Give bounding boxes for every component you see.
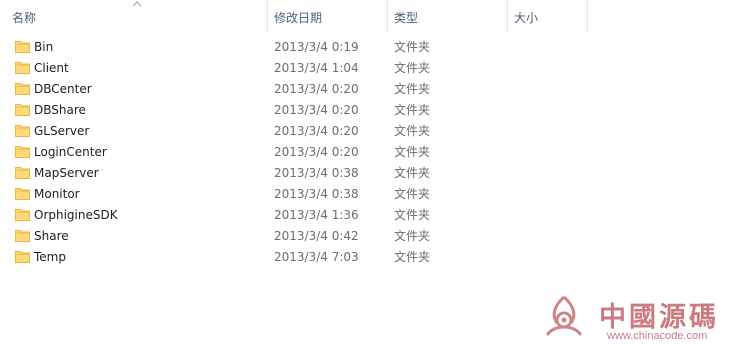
folder-icon bbox=[15, 209, 30, 221]
file-type: 文件夹 bbox=[394, 166, 431, 180]
list-item[interactable]: OrphigineSDK 2013/3/4 1:36 文件夹 bbox=[0, 204, 737, 225]
file-type: 文件夹 bbox=[394, 187, 431, 201]
file-type: 文件夹 bbox=[394, 250, 431, 264]
file-date: 2013/3/4 7:03 bbox=[274, 250, 359, 264]
list-item[interactable]: Share 2013/3/4 0:42 文件夹 bbox=[0, 225, 737, 246]
watermark: 中國源碼 www.chinacode.com bbox=[541, 293, 737, 345]
column-divider[interactable] bbox=[387, 0, 388, 32]
folder-icon bbox=[15, 230, 30, 242]
list-item[interactable]: Monitor 2013/3/4 0:38 文件夹 bbox=[0, 183, 737, 204]
folder-icon bbox=[15, 104, 30, 116]
column-divider[interactable] bbox=[587, 0, 588, 32]
file-date: 2013/3/4 0:38 bbox=[274, 166, 359, 180]
column-header-type[interactable]: 类型 bbox=[394, 0, 504, 34]
file-date: 2013/3/4 1:04 bbox=[274, 61, 359, 75]
list-item[interactable]: Client 2013/3/4 1:04 文件夹 bbox=[0, 57, 737, 78]
file-type: 文件夹 bbox=[394, 229, 431, 243]
file-type: 文件夹 bbox=[394, 145, 431, 159]
column-header-bar: 名称 修改日期 类型 大小 bbox=[0, 0, 737, 34]
column-divider[interactable] bbox=[267, 0, 268, 32]
column-divider[interactable] bbox=[507, 0, 508, 32]
file-name: Client bbox=[34, 61, 69, 75]
folder-icon bbox=[15, 146, 30, 158]
column-header-date[interactable]: 修改日期 bbox=[274, 0, 384, 34]
file-name: Bin bbox=[34, 40, 54, 54]
file-date: 2013/3/4 0:20 bbox=[274, 82, 359, 96]
list-item[interactable]: Bin 2013/3/4 0:19 文件夹 bbox=[0, 36, 737, 57]
file-type: 文件夹 bbox=[394, 124, 431, 138]
file-date: 2013/3/4 0:20 bbox=[274, 124, 359, 138]
watermark-logo-icon bbox=[545, 295, 583, 336]
file-name: Temp bbox=[34, 250, 66, 264]
file-name: Share bbox=[34, 229, 69, 243]
file-type: 文件夹 bbox=[394, 103, 431, 117]
list-item[interactable]: DBShare 2013/3/4 0:20 文件夹 bbox=[0, 99, 737, 120]
column-header-size[interactable]: 大小 bbox=[514, 0, 584, 34]
file-type: 文件夹 bbox=[394, 208, 431, 222]
file-name: DBShare bbox=[34, 103, 86, 117]
file-date: 2013/3/4 0:42 bbox=[274, 229, 359, 243]
list-item[interactable]: MapServer 2013/3/4 0:38 文件夹 bbox=[0, 162, 737, 183]
file-type: 文件夹 bbox=[394, 82, 431, 96]
folder-icon bbox=[15, 83, 30, 95]
folder-icon bbox=[15, 188, 30, 200]
file-name: OrphigineSDK bbox=[34, 208, 118, 222]
file-date: 2013/3/4 0:20 bbox=[274, 103, 359, 117]
list-item[interactable]: Temp 2013/3/4 7:03 文件夹 bbox=[0, 246, 737, 267]
list-item[interactable]: LoginCenter 2013/3/4 0:20 文件夹 bbox=[0, 141, 737, 162]
column-header-name[interactable]: 名称 bbox=[12, 0, 268, 34]
folder-icon bbox=[15, 41, 30, 53]
folder-icon bbox=[15, 251, 30, 263]
file-name: Monitor bbox=[34, 187, 80, 201]
list-item[interactable]: DBCenter 2013/3/4 0:20 文件夹 bbox=[0, 78, 737, 99]
watermark-url: www.chinacode.com bbox=[607, 330, 708, 342]
folder-icon bbox=[15, 167, 30, 179]
file-name: GLServer bbox=[34, 124, 90, 138]
watermark-title: 中國源碼 bbox=[599, 302, 719, 333]
file-name: DBCenter bbox=[34, 82, 92, 96]
file-date: 2013/3/4 1:36 bbox=[274, 208, 359, 222]
file-type: 文件夹 bbox=[394, 61, 431, 75]
file-type: 文件夹 bbox=[394, 40, 431, 54]
folder-icon bbox=[15, 62, 30, 74]
file-date: 2013/3/4 0:20 bbox=[274, 145, 359, 159]
file-date: 2013/3/4 0:19 bbox=[274, 40, 359, 54]
list-item[interactable]: GLServer 2013/3/4 0:20 文件夹 bbox=[0, 120, 737, 141]
file-name: MapServer bbox=[34, 166, 99, 180]
file-date: 2013/3/4 0:38 bbox=[274, 187, 359, 201]
folder-icon bbox=[15, 125, 30, 137]
file-name: LoginCenter bbox=[34, 145, 107, 159]
